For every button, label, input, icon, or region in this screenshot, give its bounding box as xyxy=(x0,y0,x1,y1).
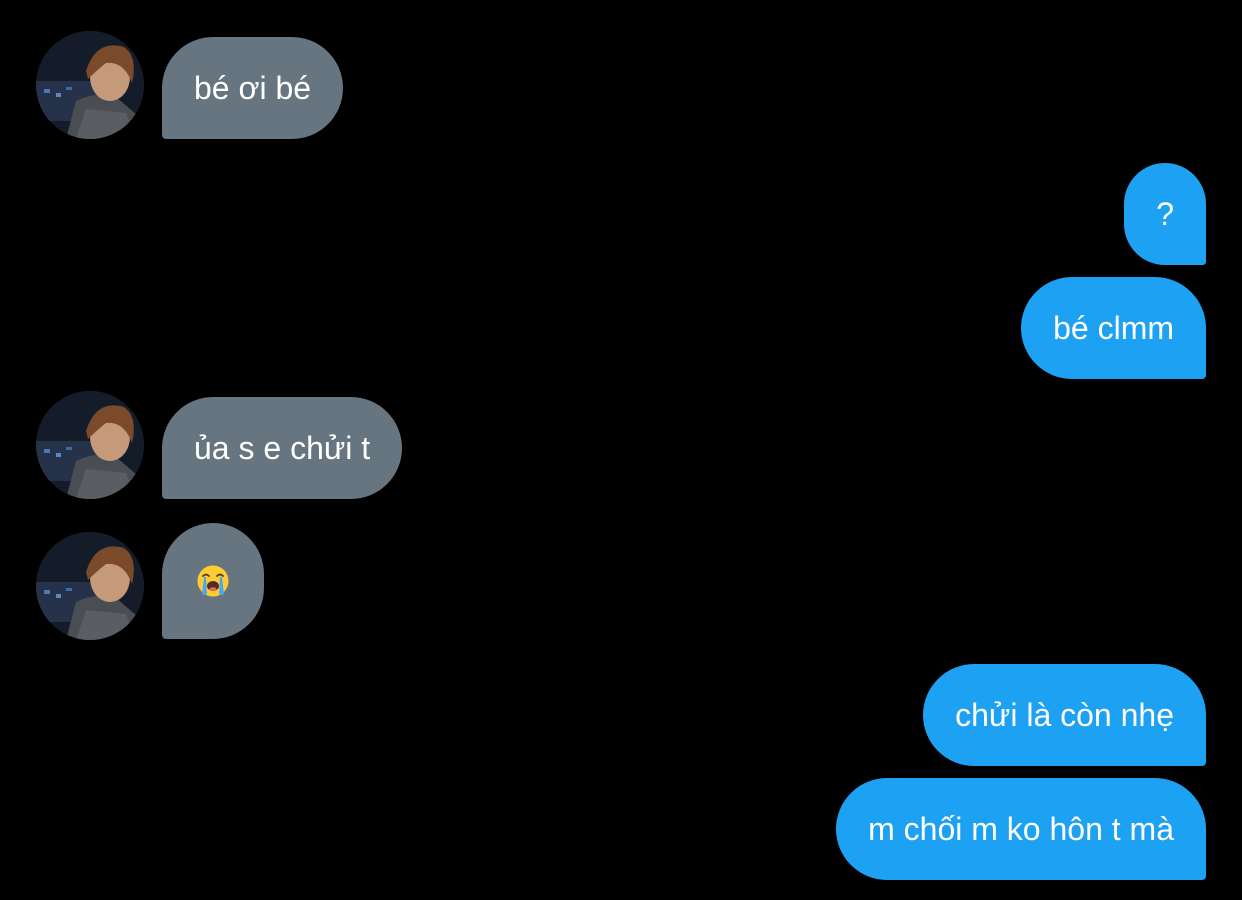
message-text: bé clmm xyxy=(1053,310,1174,346)
outgoing-message-bubble[interactable]: m chối m ko hôn t mà xyxy=(836,778,1206,880)
incoming-message-bubble[interactable] xyxy=(162,523,264,639)
contact-avatar[interactable] xyxy=(36,31,144,139)
avatar-photo-icon xyxy=(36,532,144,640)
incoming-message-bubble[interactable]: ủa s e chửi t xyxy=(162,397,403,499)
contact-avatar[interactable] xyxy=(36,391,144,499)
message-text: chửi là còn nhẹ xyxy=(955,697,1174,733)
message-text: ủa s e chửi t xyxy=(194,430,371,466)
contact-avatar[interactable] xyxy=(36,532,144,640)
outgoing-message-bubble[interactable]: chửi là còn nhẹ xyxy=(923,664,1206,766)
avatar-photo-icon xyxy=(36,391,144,499)
message-text: m chối m ko hôn t mà xyxy=(868,811,1174,847)
outgoing-message-bubble[interactable]: bé clmm xyxy=(1021,277,1206,379)
message-text: bé ơi bé xyxy=(194,70,312,106)
avatar-photo-icon xyxy=(36,31,144,139)
loudly-crying-face-emoji-icon xyxy=(197,565,229,597)
incoming-message-bubble[interactable]: bé ơi bé xyxy=(162,37,344,139)
message-text: ? xyxy=(1156,196,1174,232)
outgoing-message-bubble[interactable]: ? xyxy=(1124,163,1206,265)
